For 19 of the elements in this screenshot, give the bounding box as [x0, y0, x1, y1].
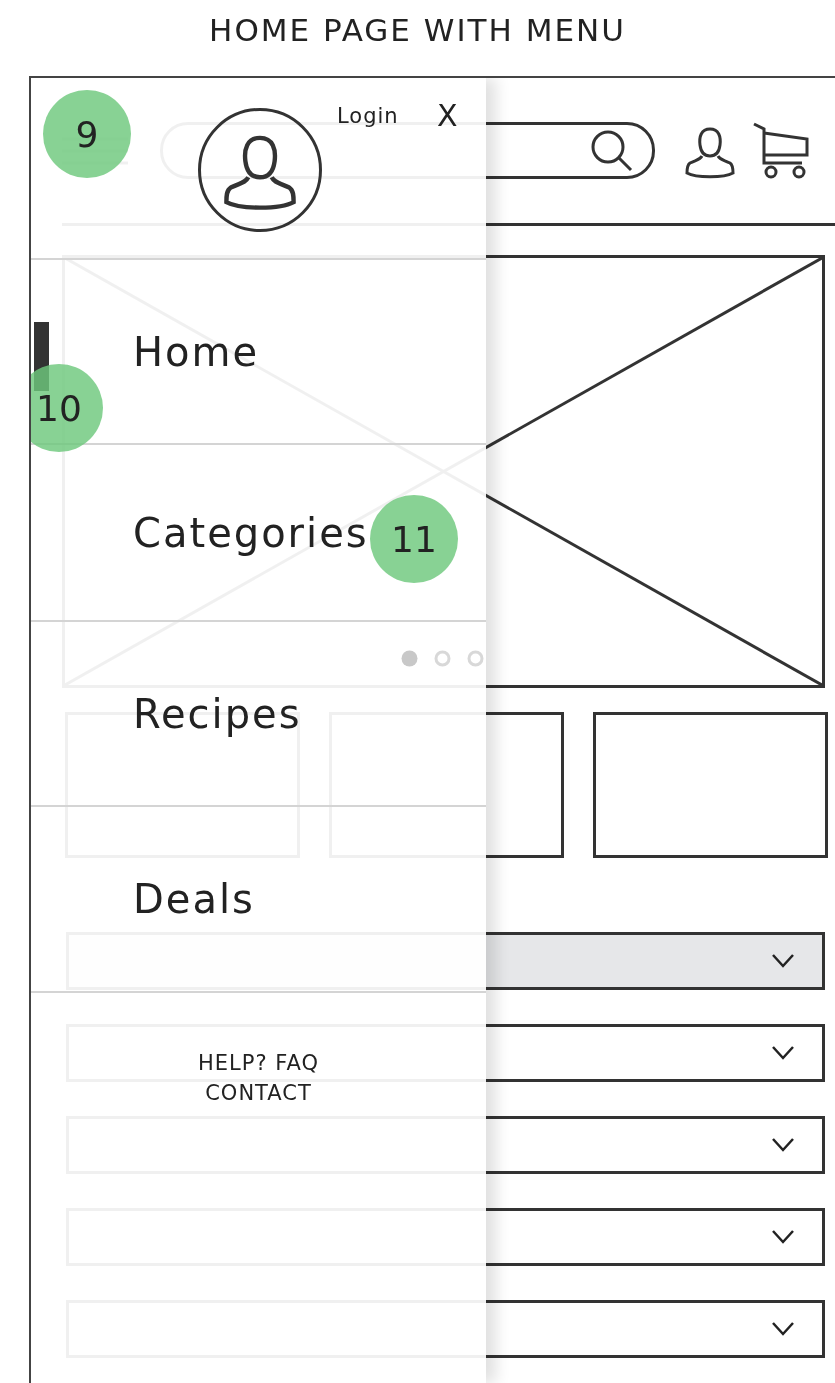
chevron-icon: [772, 1230, 794, 1244]
cart-icon[interactable]: [752, 120, 810, 181]
chevron-icon: [772, 954, 794, 968]
chevron-icon: [772, 1046, 794, 1060]
chevron-icon: [772, 1138, 794, 1152]
menu-item[interactable]: Home: [133, 328, 260, 375]
carousel-dot[interactable]: [401, 650, 418, 667]
carousel-dot[interactable]: [467, 650, 484, 667]
search-icon[interactable]: [590, 128, 634, 173]
page-title: HOME PAGE WITH MENU: [209, 12, 626, 48]
carousel-dot[interactable]: [434, 650, 451, 667]
help-link[interactable]: HELP? FAQ: [198, 1048, 319, 1078]
contact-link[interactable]: CONTACT: [205, 1078, 312, 1108]
menu-item[interactable]: Categories: [133, 509, 369, 556]
login-link[interactable]: Login: [337, 104, 399, 128]
menu-item[interactable]: Deals: [133, 876, 255, 922]
menu-item[interactable]: Recipes: [133, 690, 302, 737]
chevron-icon: [772, 1322, 794, 1336]
close-button[interactable]: X: [437, 98, 458, 133]
